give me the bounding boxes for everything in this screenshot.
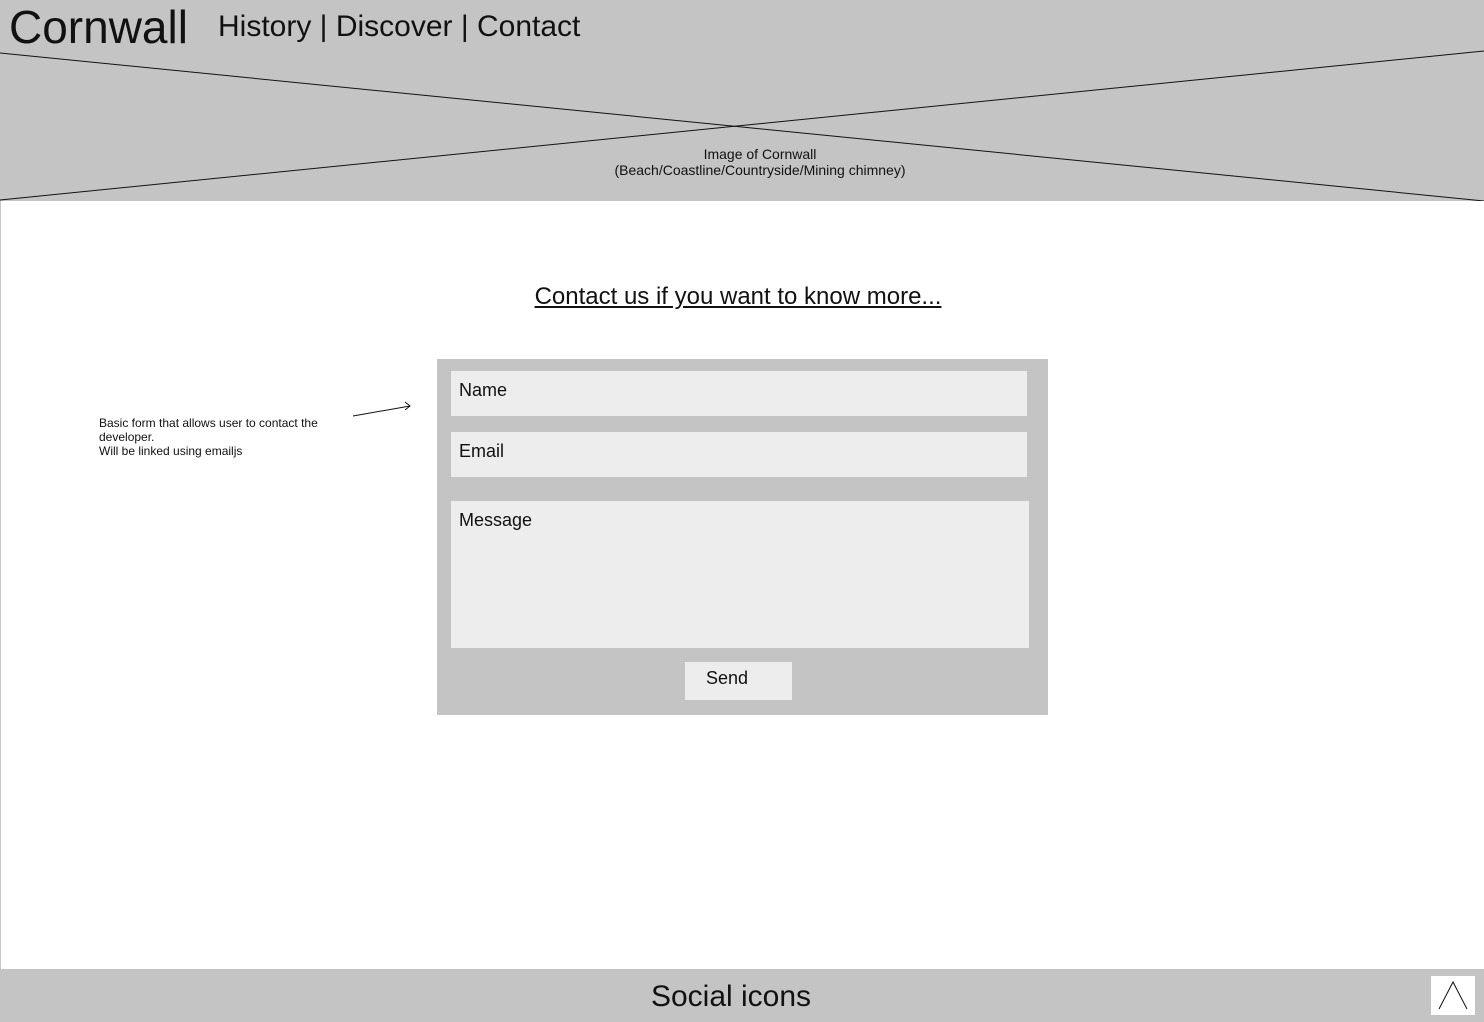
annotation-line1: Basic form that allows user to contact t… [99,416,318,444]
hero-caption-line1: Image of Cornwall [703,146,817,162]
hero-caption-line2: (Beach/Coastline/Countryside/Mining chim… [614,162,906,178]
message-field[interactable]: Message [451,501,1029,648]
contact-form: Name Email Message Send [437,359,1048,715]
email-field[interactable]: Email [451,432,1027,477]
caret-up-icon [1438,980,1468,1010]
wireframe-annotation: Basic form that allows user to contact t… [99,416,349,458]
name-field[interactable]: Name [451,371,1027,416]
nav-separator: | [311,10,336,43]
annotation-arrow-icon [352,401,411,417]
site-brand[interactable]: Cornwall [9,1,188,53]
main-nav: History | Discover | Contact [218,8,580,46]
annotation-line2: Will be linked using emailjs [99,444,243,458]
hero-header: Cornwall History | Discover | Contact Im… [0,0,1484,201]
nav-history[interactable]: History [218,10,311,43]
send-button[interactable]: Send [685,662,792,700]
hero-image-caption: Image of Cornwall (Beach/Coastline/Count… [560,146,960,178]
contact-section-title: Contact us if you want to know more... [534,283,942,310]
social-icons-label: Social icons [650,980,812,1013]
nav-separator: | [452,10,477,43]
nav-contact[interactable]: Contact [477,10,580,43]
nav-discover[interactable]: Discover [336,10,453,43]
footer: Social icons [0,969,1484,1022]
back-to-top-button[interactable] [1431,976,1475,1015]
